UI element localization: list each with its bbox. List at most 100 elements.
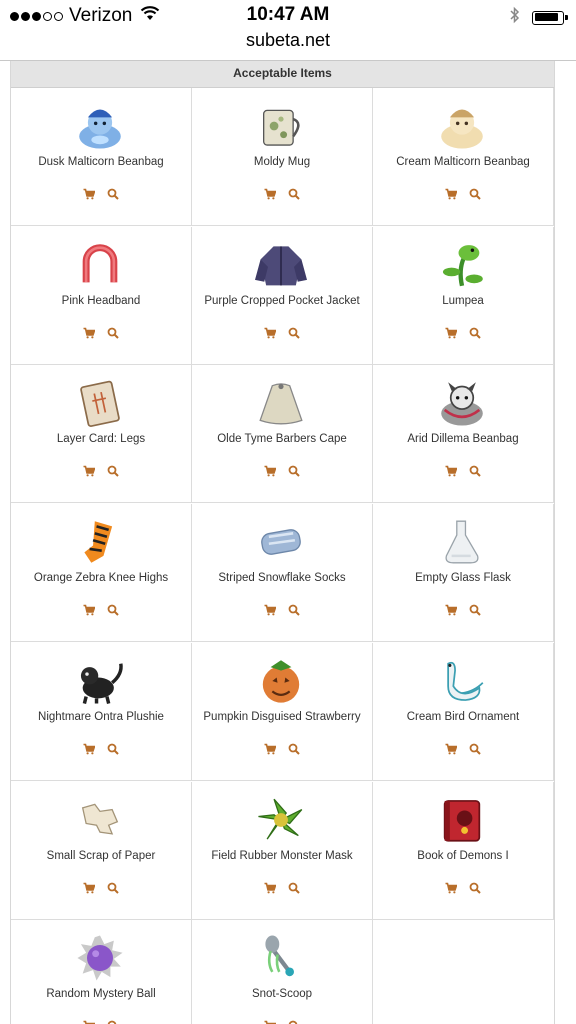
item-cell: Arid Dillema Beanbag: [373, 365, 554, 504]
search-icon[interactable]: [107, 882, 119, 894]
item-actions: [373, 604, 553, 616]
glass-flask-icon[interactable]: [433, 514, 491, 570]
acceptable-items-panel: Acceptable Items Dusk Malticorn Beanbag M…: [10, 61, 555, 1024]
item-name: Striped Snowflake Socks: [218, 572, 346, 585]
shopping-cart-icon[interactable]: [83, 188, 95, 200]
item-name: Pumpkin Disguised Strawberry: [203, 710, 361, 723]
item-cell: Lumpea: [373, 226, 554, 365]
item-name: Orange Zebra Knee Highs: [33, 572, 169, 585]
search-icon[interactable]: [469, 465, 481, 478]
shopping-cart-icon[interactable]: [445, 743, 457, 755]
snot-scoop-icon[interactable]: [252, 930, 310, 986]
shopping-cart-icon[interactable]: [445, 465, 457, 477]
purple-jacket-icon[interactable]: [252, 237, 310, 293]
snowflake-socks-icon[interactable]: [252, 514, 310, 570]
shopping-cart-icon[interactable]: [264, 465, 276, 477]
pumpkin-strawberry-icon[interactable]: [252, 653, 310, 709]
shopping-cart-icon[interactable]: [264, 327, 276, 339]
shopping-cart-icon[interactable]: [445, 604, 457, 616]
item-name: Cream Malticorn Beanbag: [396, 156, 530, 168]
shopping-cart-icon[interactable]: [445, 882, 457, 894]
search-icon[interactable]: [288, 465, 300, 478]
search-icon[interactable]: [469, 882, 481, 894]
item-actions: [373, 327, 553, 339]
demon-book-icon[interactable]: [433, 792, 491, 848]
item-actions: [373, 882, 553, 894]
item-cell: Purple Cropped Pocket Jacket: [192, 226, 373, 365]
status-bar: Verizon 10:47 AM: [0, 0, 576, 32]
search-icon[interactable]: [288, 882, 300, 894]
monster-mask-icon[interactable]: [252, 792, 310, 848]
pink-headband-icon[interactable]: [71, 237, 129, 293]
item-name: Snot-Scoop: [251, 988, 313, 1001]
shopping-cart-icon[interactable]: [445, 188, 457, 200]
shopping-cart-icon[interactable]: [264, 743, 276, 755]
cream-malticorn-beanbag-icon[interactable]: [433, 98, 491, 154]
shopping-cart-icon[interactable]: [445, 327, 457, 339]
search-icon[interactable]: [107, 1020, 119, 1024]
dillema-beanbag-icon[interactable]: [433, 375, 491, 431]
lumpea-plant-icon[interactable]: [433, 237, 491, 293]
shopping-cart-icon[interactable]: [83, 604, 95, 616]
item-actions: [11, 882, 191, 894]
item-name: Nightmare Ontra Plushie: [38, 710, 164, 723]
item-cell: Cream Bird Ornament: [373, 642, 554, 781]
item-actions: [373, 743, 553, 755]
barber-cape-icon[interactable]: [252, 375, 310, 431]
search-icon[interactable]: [107, 465, 119, 478]
shopping-cart-icon[interactable]: [83, 1020, 95, 1024]
item-cell: Pink Headband: [11, 226, 192, 365]
item-actions: [11, 327, 191, 339]
blue-malticorn-beanbag-icon[interactable]: [71, 98, 129, 154]
item-name: Arid Dillema Beanbag: [407, 433, 519, 446]
shopping-cart-icon[interactable]: [83, 882, 95, 894]
item-cell: Field Rubber Monster Mask: [192, 781, 373, 920]
shopping-cart-icon[interactable]: [83, 743, 95, 755]
shopping-cart-icon[interactable]: [264, 1020, 276, 1024]
shopping-cart-icon[interactable]: [264, 882, 276, 894]
item-cell: Layer Card: Legs: [11, 365, 192, 504]
search-icon[interactable]: [469, 743, 481, 755]
search-icon[interactable]: [107, 188, 119, 200]
shopping-cart-icon[interactable]: [264, 604, 276, 616]
bluetooth-icon: [510, 6, 520, 29]
item-name: Moldy Mug: [253, 156, 311, 168]
bird-ornament-icon[interactable]: [433, 653, 491, 709]
shopping-cart-icon[interactable]: [264, 188, 276, 200]
search-icon[interactable]: [288, 743, 300, 755]
item-name: Small Scrap of Paper: [46, 849, 156, 862]
search-icon[interactable]: [288, 188, 300, 200]
search-icon[interactable]: [288, 1020, 300, 1024]
address-bar[interactable]: subeta.net: [0, 30, 576, 60]
item-cell: Empty Glass Flask: [373, 504, 554, 643]
item-cell: Striped Snowflake Socks: [192, 504, 373, 643]
search-icon[interactable]: [288, 327, 300, 339]
search-icon[interactable]: [469, 604, 481, 616]
search-icon[interactable]: [469, 188, 481, 200]
paper-scrap-icon[interactable]: [71, 792, 129, 848]
shopping-cart-icon[interactable]: [83, 465, 95, 477]
mystery-ball-icon[interactable]: [71, 930, 129, 986]
moldy-mug-icon[interactable]: [252, 98, 310, 154]
item-cell: Snot-Scoop: [192, 920, 373, 1024]
item-cell: Olde Tyme Barbers Cape: [192, 365, 373, 504]
search-icon[interactable]: [288, 604, 300, 616]
item-actions: [192, 1020, 372, 1024]
item-name: Lumpea: [442, 294, 484, 307]
zebra-socks-icon[interactable]: [71, 514, 129, 570]
item-actions: [11, 465, 191, 478]
item-cell: Dusk Malticorn Beanbag: [11, 88, 192, 226]
item-cell: Book of Demons I: [373, 781, 554, 920]
item-cell: Nightmare Ontra Plushie: [11, 642, 192, 781]
shopping-cart-icon[interactable]: [83, 327, 95, 339]
search-icon[interactable]: [469, 327, 481, 339]
item-actions: [11, 604, 191, 616]
battery-icon: [532, 10, 568, 25]
item-cell: Orange Zebra Knee Highs: [11, 504, 192, 643]
layer-card-icon[interactable]: [71, 375, 129, 431]
search-icon[interactable]: [107, 743, 119, 755]
search-icon[interactable]: [107, 327, 119, 339]
ontra-plushie-icon[interactable]: [71, 653, 129, 709]
item-actions: [373, 188, 553, 200]
search-icon[interactable]: [107, 604, 119, 616]
